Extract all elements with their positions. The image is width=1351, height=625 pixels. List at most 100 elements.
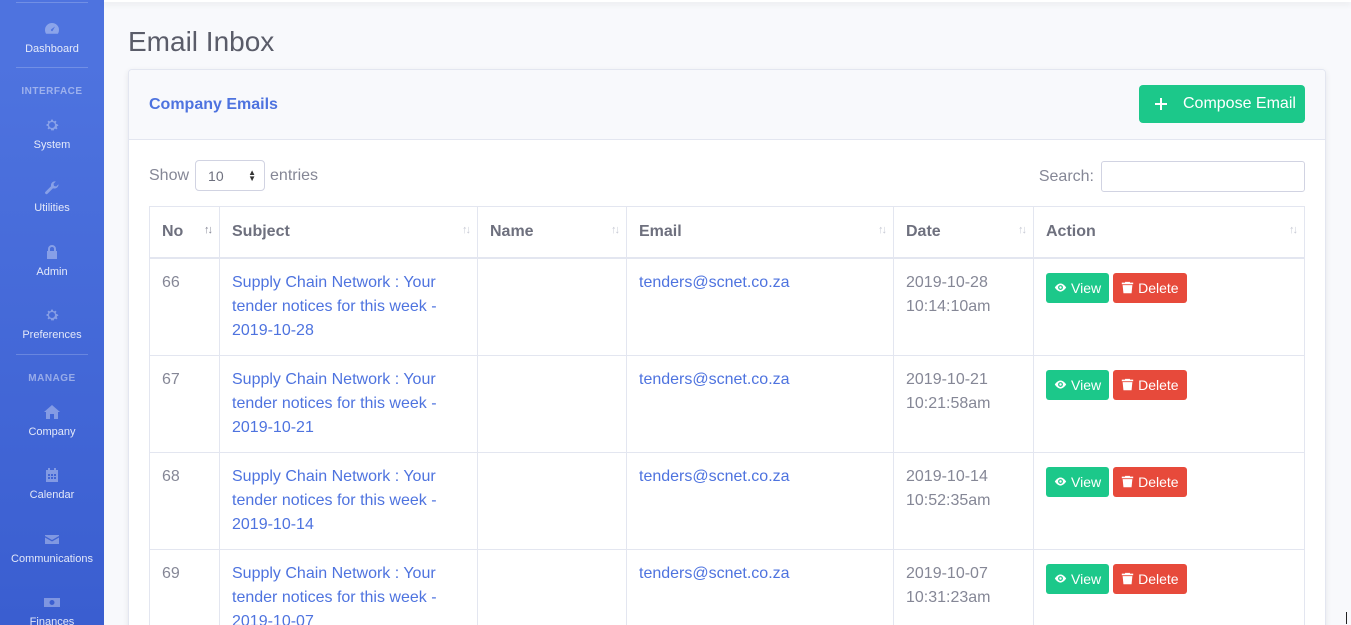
column-header-action[interactable]: Action ↑↓ [1033,206,1305,259]
table-row: 68 Supply Chain Network : Your tender no… [149,451,1305,550]
cell-date: 2019-10-14 10:52:35am [893,451,1034,550]
search-label: Search: [1038,167,1094,185]
entries-label: entries [270,166,319,184]
subject-link[interactable]: Supply Chain Network : Your tender notic… [232,468,437,533]
emails-card: Company Emails Compose Email Show 10 ▲ ▼ … [128,69,1326,625]
view-button[interactable]: View [1046,272,1110,303]
column-header-date[interactable]: Date ↑↓ [893,206,1034,259]
sidebar-item-label: Admin [36,266,68,278]
gear-icon [44,117,60,133]
cell-name [477,257,627,356]
sort-icon: ↑↓ [462,224,471,236]
card-header: Company Emails Compose Email [129,70,1325,140]
entries-length-control: Show 10 ▲ ▼ entries [149,160,318,191]
column-header-no[interactable]: No ↑↓ [149,206,220,259]
envelope-icon [44,531,60,547]
view-button[interactable]: View [1046,369,1110,400]
sort-icon: ↑↓ [611,224,620,236]
sidebar-item-label: Preferences [22,329,82,341]
cell-action: View Delete [1033,257,1305,356]
tachometer-icon [44,21,60,37]
cell-subject: Supply Chain Network : Your tender notic… [219,451,478,550]
entries-select-value: 10 [208,167,224,184]
trash-icon [1121,572,1134,585]
sidebar-divider [16,67,88,68]
email-link[interactable]: tenders@scnet.co.za [639,274,790,291]
eye-icon [1054,477,1067,486]
sidebar-divider [16,2,88,3]
delete-button[interactable]: Delete [1113,563,1187,594]
search-input[interactable] [1101,161,1305,192]
table-header-row: No ↑↓ Subject ↑↓ Name ↑↓ Email ↑↓ Date ↑↓ Act… [149,206,1305,259]
cell-name [477,451,627,550]
email-link[interactable]: tenders@scnet.co.za [639,565,790,582]
cell-email: tenders@scnet.co.za [626,257,894,356]
delete-button[interactable]: Delete [1113,272,1187,303]
subject-link[interactable]: Supply Chain Network : Your tender notic… [232,371,437,436]
cell-name [477,548,627,625]
sidebar-item-communications[interactable]: Communications [0,531,104,565]
sidebar-item-calendar[interactable]: Calendar [0,467,104,501]
delete-button[interactable]: Delete [1113,466,1187,497]
delete-button[interactable]: Delete [1113,369,1187,400]
card-title: Company Emails [149,96,278,113]
view-button[interactable]: View [1046,563,1110,594]
table-row: 69 Supply Chain Network : Your tender no… [149,548,1305,625]
cell-action: View Delete [1033,548,1305,625]
cell-name [477,354,627,453]
cell-no: 67 [149,354,220,453]
page-title: Email Inbox [128,26,275,57]
view-button[interactable]: View [1046,466,1110,497]
cell-date: 2019-10-21 10:21:58am [893,354,1034,453]
subject-link[interactable]: Supply Chain Network : Your tender notic… [232,565,437,625]
sort-icon: ↑↓ [1018,224,1027,236]
calendar-icon [44,467,60,483]
sidebar-item-admin[interactable]: Admin [0,244,104,278]
sidebar-item-utilities[interactable]: Utilities [0,180,104,214]
trash-icon [1121,378,1134,391]
sort-asc-icon: ↑↓ [204,224,213,236]
email-link[interactable]: tenders@scnet.co.za [639,468,790,485]
subject-link[interactable]: Supply Chain Network : Your tender notic… [232,274,437,339]
compose-email-button[interactable]: Compose Email [1139,85,1305,123]
sidebar-item-label: Company [28,426,76,438]
entries-select[interactable]: 10 ▲ ▼ [195,160,266,191]
cell-date: 2019-10-07 10:31:23am [893,548,1034,625]
cell-email: tenders@scnet.co.za [626,548,894,625]
topbar [104,0,1351,2]
sidebar-divider [16,354,88,355]
eye-icon [1054,283,1067,292]
lock-icon [44,244,60,260]
table-row: 67 Supply Chain Network : Your tender no… [149,354,1305,453]
sidebar-item-preferences[interactable]: Preferences [0,307,104,341]
email-link[interactable]: tenders@scnet.co.za [639,371,790,388]
gear-icon [44,307,60,323]
show-label: Show [149,166,190,184]
sidebar-item-company[interactable]: Company [0,404,104,438]
money-icon [44,594,60,610]
sidebar-item-label: System [33,139,71,151]
sidebar-item-label: Dashboard [25,43,79,55]
cell-action: View Delete [1033,354,1305,453]
sidebar-item-finances[interactable]: Finances [0,594,104,625]
text-cursor [1346,612,1348,624]
sidebar-heading-manage: MANAGE [28,373,76,384]
cell-action: View Delete [1033,451,1305,550]
column-header-name[interactable]: Name ↑↓ [477,206,627,259]
sidebar: Dashboard INTERFACE System Utilities Adm… [0,0,104,625]
home-icon [44,404,60,420]
sidebar-item-system[interactable]: System [0,117,104,151]
search-control: Search: [1039,161,1305,192]
table-row: 66 Supply Chain Network : Your tender no… [149,257,1305,356]
trash-icon [1121,475,1134,488]
sidebar-item-label: Communications [11,553,93,565]
cell-email: tenders@scnet.co.za [626,354,894,453]
column-header-email[interactable]: Email ↑↓ [626,206,894,259]
sort-icon: ↑↓ [1289,224,1298,236]
cell-subject: Supply Chain Network : Your tender notic… [219,257,478,356]
emails-table: No ↑↓ Subject ↑↓ Name ↑↓ Email ↑↓ Date ↑↓ Act… [149,206,1305,625]
cell-date: 2019-10-28 10:14:10am [893,257,1034,356]
column-header-subject[interactable]: Subject ↑↓ [219,206,478,259]
sidebar-item-dashboard[interactable]: Dashboard [0,21,104,55]
cell-subject: Supply Chain Network : Your tender notic… [219,354,478,453]
